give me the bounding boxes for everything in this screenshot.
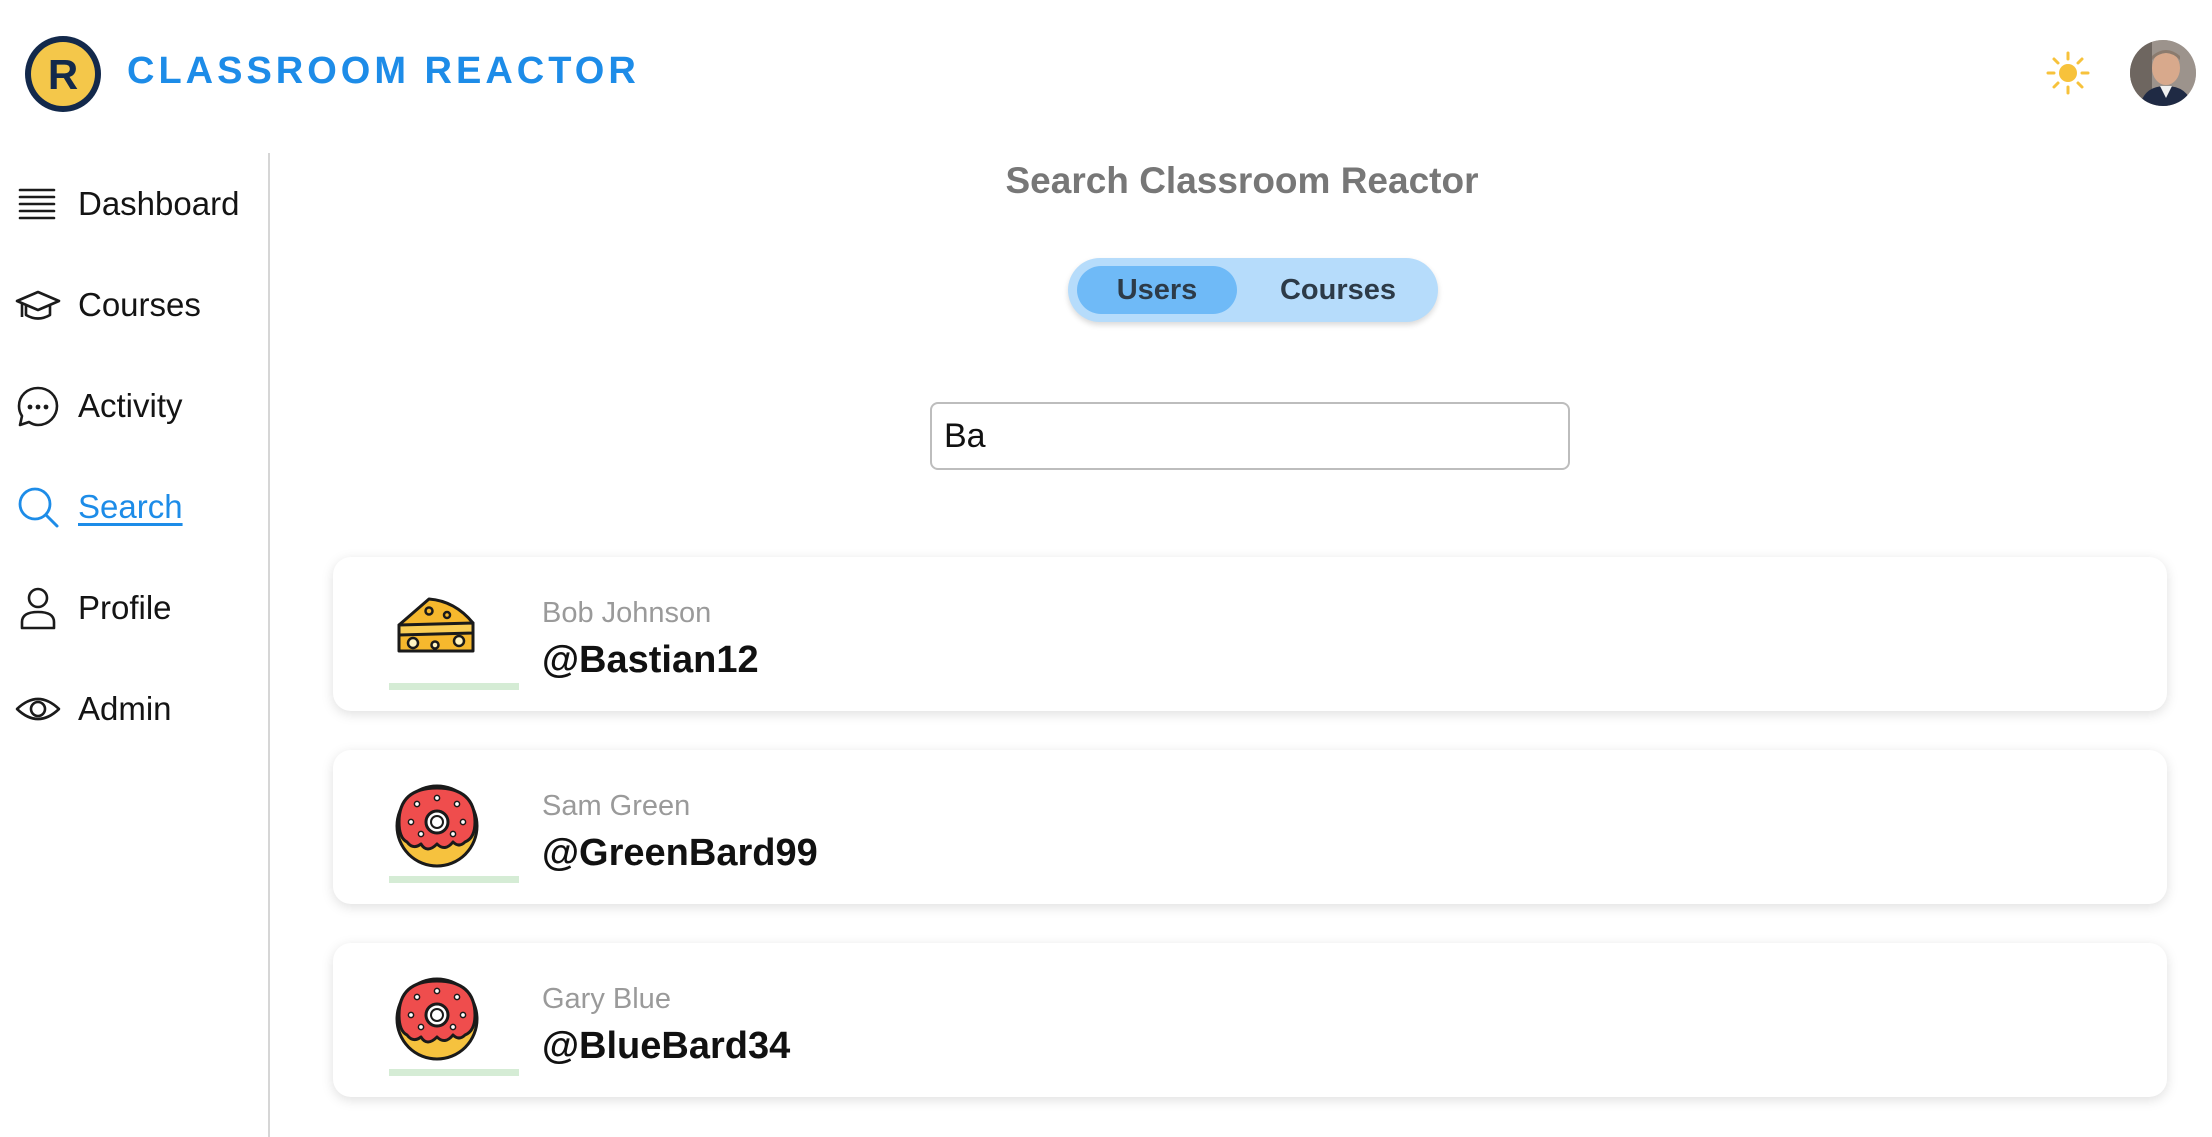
tab-users[interactable]: Users	[1077, 266, 1237, 314]
eye-icon	[15, 697, 61, 721]
sidebar: Dashboard Courses Activity Search Profil…	[0, 153, 270, 1137]
tab-courses[interactable]: Courses	[1248, 266, 1428, 314]
sidebar-item-label: Search	[78, 488, 183, 525]
result-name: Sam Green	[542, 790, 691, 822]
chat-bubble-icon	[17, 386, 59, 427]
page-title: Search Classroom Reactor	[1005, 160, 1479, 201]
result-handle[interactable]: @Bastian12	[542, 639, 759, 682]
sidebar-item-dashboard[interactable]: Dashboard	[14, 177, 264, 231]
search-input[interactable]	[930, 402, 1570, 470]
brand-title[interactable]: CLASSROOM REACTOR	[127, 50, 640, 93]
cheese-icon	[397, 597, 475, 653]
card-accent-bar	[389, 683, 519, 690]
user-result-card[interactable]: Bob Johnson @Bastian12	[333, 557, 2167, 711]
graduation-cap-icon	[15, 290, 61, 320]
sidebar-item-search[interactable]: Search	[14, 480, 264, 534]
result-name: Bob Johnson	[542, 597, 712, 629]
sidebar-item-label: Activity	[78, 387, 183, 424]
search-type-toggle: Users Courses	[1068, 258, 1438, 322]
sidebar-item-label: Admin	[78, 690, 172, 727]
sidebar-item-label: Dashboard	[78, 185, 240, 222]
card-accent-bar	[389, 876, 519, 883]
sidebar-item-label: Profile	[78, 589, 172, 626]
logo-icon[interactable]: R	[22, 33, 104, 115]
result-handle[interactable]: @BlueBard34	[542, 1025, 790, 1068]
sidebar-item-admin[interactable]: Admin	[14, 682, 264, 736]
list-icon	[18, 188, 56, 220]
person-icon	[20, 587, 56, 630]
sun-icon[interactable]	[2046, 51, 2090, 95]
card-accent-bar	[389, 1069, 519, 1076]
sidebar-item-courses[interactable]: Courses	[14, 278, 264, 332]
donut-icon	[395, 784, 479, 868]
sidebar-item-profile[interactable]: Profile	[14, 581, 264, 635]
user-avatar[interactable]	[2130, 40, 2196, 106]
user-result-card[interactable]: Sam Green @GreenBard99	[333, 750, 2167, 904]
avatar-image	[2130, 40, 2196, 106]
app-header: R CLASSROOM REACTOR	[0, 0, 2212, 140]
donut-icon	[395, 977, 479, 1061]
user-result-card[interactable]: Gary Blue @BlueBard34	[333, 943, 2167, 1097]
search-icon	[18, 487, 59, 528]
result-handle[interactable]: @GreenBard99	[542, 832, 818, 875]
logo-letter: R	[48, 51, 78, 98]
sidebar-item-activity[interactable]: Activity	[14, 379, 264, 433]
result-name: Gary Blue	[542, 983, 671, 1015]
sidebar-item-label: Courses	[78, 286, 201, 323]
